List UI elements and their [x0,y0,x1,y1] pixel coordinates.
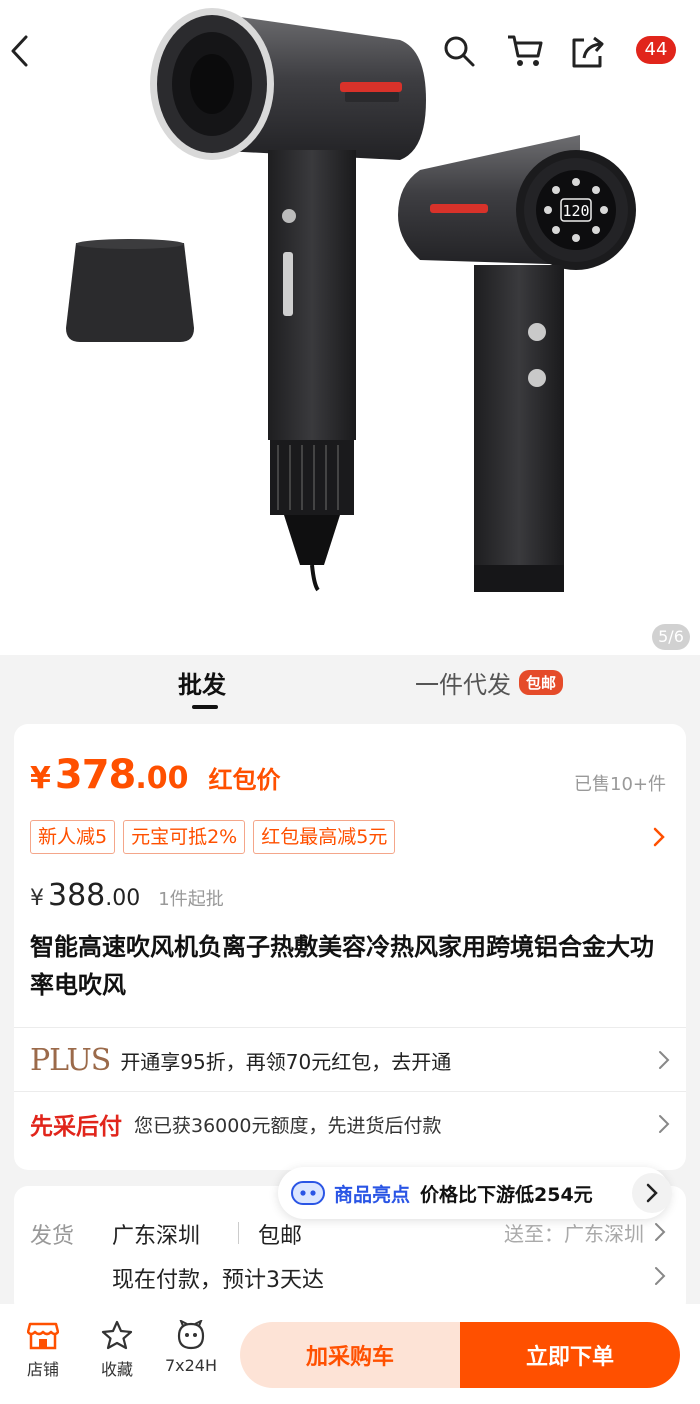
price-currency: ¥ [30,761,51,796]
image-page-indicator: 5/6 [652,624,690,650]
divider [14,1027,686,1028]
share-button[interactable] [570,34,620,84]
coupon-tag[interactable]: 红包最高减5元 [253,820,396,854]
shipping-label: 发货 [30,1224,75,1249]
buy-now-pay-later-row[interactable]: 先采后付 您已获36000元额度，先进货后付款 [30,1094,670,1154]
highlight-text: 价格比下游低254元 [420,1183,593,1206]
coupon-list[interactable]: 新人减5 元宝可抵2% 红包最高减5元 [30,820,396,854]
plus-offer-text: 开通享95折，再领70元红包，去开通 [120,1049,452,1074]
bottom-action-bar: 店铺 收藏 7x24H 加采购车 立即下单 [0,1304,700,1404]
back-button[interactable] [8,34,58,84]
more-menu-badge[interactable]: 44 [636,36,676,64]
coupon-tag[interactable]: 元宝可抵2% [123,820,246,854]
tab-wholesale-label: 批发 [178,671,226,699]
add-to-cart-button[interactable]: 加采购车 [240,1322,460,1388]
star-icon [101,1320,133,1350]
coupon-tag[interactable]: 新人减5 [30,820,116,854]
service-face-icon [177,1320,205,1350]
product-photo: 120 [66,8,636,592]
tab-dropship-label: 一件代发 [415,671,511,699]
service-label: 7x24H [164,1356,218,1375]
chevron-right-icon [654,1222,666,1246]
plus-membership-row[interactable]: PLUS 开通享95折，再领70元红包，去开通 [30,1030,670,1090]
original-price-row: ¥ 388 .00 1件起批 [30,878,224,913]
cart-icon [508,35,543,66]
price-decimal: .00 [135,761,189,796]
customer-service-button[interactable]: 7x24H [156,1320,226,1375]
product-highlight-pill[interactable]: 商品亮点 价格比下游低254元 [278,1167,672,1219]
chevron-right-icon [658,1114,670,1138]
search-icon [444,36,475,67]
plus-logo: PLUS [30,1042,111,1078]
free-shipping-badge: 包邮 [519,670,564,695]
shipping-origin: 广东深圳 [112,1224,201,1249]
tab-dropship[interactable]: 一件代发 包邮 [415,665,564,700]
search-button[interactable] [442,34,492,84]
highlight-chevron-icon[interactable] [632,1173,672,1213]
divider [14,1091,686,1092]
store-label: 店铺 [26,1360,59,1379]
chevron-right-icon [654,1266,666,1290]
highlight-label: 商品亮点 [334,1183,411,1206]
display-readout: 120 [562,202,589,220]
original-price-currency: ¥ [30,886,44,911]
shipping-destination[interactable]: 送至：广东深圳 [504,1218,644,1247]
original-price-decimal: .00 [105,886,141,911]
cart-button[interactable] [506,34,556,84]
favorite-button[interactable]: 收藏 [82,1320,152,1380]
shipping-free: 包邮 [258,1224,303,1249]
purchase-mode-tabs: 批发 一件代发 包邮 [0,655,700,719]
product-title: 智能高速吹风机负离子热敷美容冷热风家用跨境铝合金大功率电吹风 [30,933,654,999]
favorite-label: 收藏 [100,1360,133,1379]
original-price-integer: 388 [48,878,106,913]
tab-wholesale[interactable]: 批发 [178,665,226,709]
buy-now-button[interactable]: 立即下单 [460,1322,680,1388]
minimum-order: 1件起批 [158,889,224,910]
active-tab-indicator [192,705,218,709]
delivery-estimate: 现在付款，预计3天达 [112,1268,324,1293]
back-arrow-icon [11,35,28,67]
coupons-chevron-right-icon[interactable] [652,826,666,852]
price-info-card: ¥ 378 .00 红包价 已售10+件 新人减5 元宝可抵2% 红包最高减5元… [14,724,686,1170]
price-integer: 378 [54,752,136,798]
product-image-carousel[interactable]: 120 44 5/6 [0,0,700,655]
price-row: ¥ 378 .00 红包价 [30,752,281,798]
bnpl-text: 您已获36000元额度，先进货后付款 [134,1114,442,1137]
sold-count: 已售10+件 [574,774,666,795]
robot-face-icon [291,1181,325,1205]
separator [238,1222,239,1244]
store-button[interactable]: 店铺 [8,1320,78,1380]
bnpl-logo: 先采后付 [30,1114,122,1140]
share-icon [572,36,604,68]
chevron-right-icon [658,1050,670,1074]
price-tag: 红包价 [208,766,281,794]
store-icon [27,1322,59,1350]
